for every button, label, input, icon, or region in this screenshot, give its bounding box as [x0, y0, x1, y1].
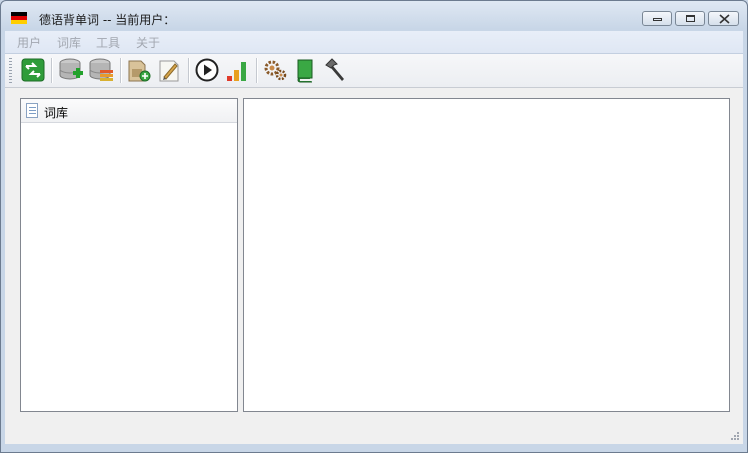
hammer-icon — [325, 58, 344, 81]
maximize-button[interactable] — [675, 11, 705, 26]
play-button[interactable] — [194, 57, 220, 83]
german-flag-icon — [11, 12, 27, 24]
green-book-icon — [297, 59, 313, 83]
add-package-icon — [128, 60, 151, 82]
client-area: 词库 — [5, 88, 743, 444]
notebook-icon — [26, 103, 38, 118]
edit-note-button[interactable] — [156, 57, 182, 83]
add-database-icon — [59, 58, 83, 80]
statistics-button[interactable] — [224, 57, 250, 83]
minimize-button[interactable] — [642, 11, 672, 26]
wordbank-tree[interactable]: 词库 — [20, 98, 238, 412]
window-title: 德语背单词 -- 当前用户： — [39, 13, 176, 27]
tools-button[interactable] — [322, 57, 348, 83]
database-list-button[interactable] — [88, 57, 114, 83]
toolbar-separator — [51, 58, 53, 83]
toolbar-separator — [256, 58, 258, 83]
dictionary-button[interactable] — [292, 57, 318, 83]
content-pane[interactable] — [243, 98, 730, 412]
title-bar[interactable]: 德语背单词 -- 当前用户： — [1, 1, 747, 31]
settings-button[interactable] — [262, 57, 288, 83]
add-package-button[interactable] — [126, 57, 152, 83]
close-button[interactable] — [708, 11, 739, 26]
menu-wordbank[interactable]: 词库 — [57, 34, 81, 51]
toolbar-grip[interactable] — [9, 58, 12, 83]
exit-button[interactable] — [20, 57, 46, 83]
app-window: 德语背单词 -- 当前用户： 用户 词库 工具 关于 词库 — [0, 0, 748, 453]
exit-icon — [21, 58, 45, 82]
tree-root-item[interactable]: 词库 — [21, 99, 237, 123]
tree-root-label: 词库 — [44, 106, 69, 120]
add-database-button[interactable] — [58, 57, 84, 83]
edit-note-icon — [159, 60, 179, 82]
restore-icon — [686, 15, 695, 22]
menu-about[interactable]: 关于 — [136, 34, 160, 51]
play-icon — [195, 58, 219, 82]
toolbar-separator — [120, 58, 122, 83]
signal-bars-icon — [227, 62, 246, 81]
settings-gears-icon — [264, 60, 287, 81]
menu-bar: 用户 词库 工具 关于 — [5, 31, 743, 54]
minimize-icon — [653, 18, 662, 21]
close-icon — [719, 14, 730, 24]
menu-tools[interactable]: 工具 — [96, 34, 120, 51]
resize-grip-icon[interactable] — [730, 431, 740, 441]
database-list-icon — [89, 58, 113, 81]
menu-user[interactable]: 用户 — [17, 34, 41, 51]
toolbar-separator — [188, 58, 190, 83]
toolbar — [5, 54, 743, 88]
